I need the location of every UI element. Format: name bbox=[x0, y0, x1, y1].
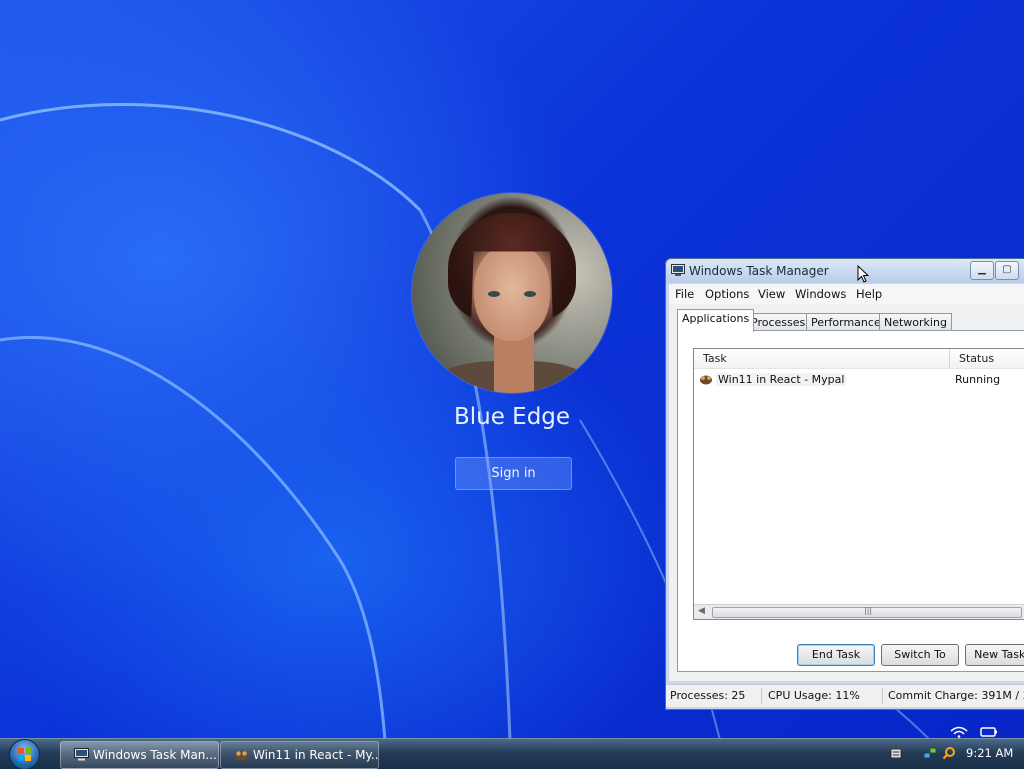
menu-help[interactable]: Help bbox=[856, 287, 882, 301]
clock[interactable]: 9:21 AM bbox=[966, 746, 1013, 760]
horizontal-scrollbar[interactable]: ◀ ||| bbox=[694, 604, 1024, 619]
minimize-button[interactable]: ▁ bbox=[970, 261, 994, 280]
status-bar: Processes: 25 CPU Usage: 11% Commit Char… bbox=[666, 684, 1024, 707]
table-row[interactable]: Win11 in React - Mypal Running bbox=[694, 371, 1024, 389]
switch-to-button[interactable]: Switch To bbox=[881, 644, 959, 666]
sign-in-button[interactable]: Sign in bbox=[455, 457, 572, 490]
taskbar-button-label: Windows Task Man... bbox=[93, 748, 217, 762]
mypal-icon bbox=[235, 750, 248, 761]
menu-file[interactable]: File bbox=[675, 287, 694, 301]
taskbar-button-mypal[interactable]: Win11 in React - My... bbox=[220, 741, 379, 769]
scroll-grip-icon: ||| bbox=[864, 606, 873, 615]
tab-networking[interactable]: Networking bbox=[879, 313, 952, 331]
taskbar-button-label: Win11 in React - My... bbox=[253, 748, 379, 762]
task-list[interactable]: Task Status Win11 in React - Mypal Runni… bbox=[693, 348, 1024, 620]
task-manager-icon bbox=[671, 264, 685, 276]
wifi-icon bbox=[950, 726, 968, 738]
taskbar: Windows Task Man... Win11 in React - My.… bbox=[0, 738, 1024, 769]
menu-windows[interactable]: Windows bbox=[795, 287, 846, 301]
user-name: Blue Edge bbox=[453, 404, 571, 430]
commit-charge: Commit Charge: 391M / 36 bbox=[888, 689, 1024, 702]
mouse-cursor-icon bbox=[857, 265, 869, 283]
tab-processes[interactable]: Processes bbox=[746, 313, 811, 331]
menu-options[interactable]: Options bbox=[705, 287, 749, 301]
start-button[interactable] bbox=[10, 740, 39, 769]
title-bar[interactable]: Windows Task Manager ▁ ▢ bbox=[666, 259, 1024, 283]
applications-panel: Task Status Win11 in React - Mypal Runni… bbox=[677, 330, 1024, 672]
mypal-icon bbox=[700, 375, 712, 385]
tab-applications[interactable]: Applications bbox=[677, 309, 755, 332]
user-avatar bbox=[412, 193, 612, 393]
column-header-status[interactable]: Status bbox=[950, 349, 1024, 369]
processes-count: Processes: 25 bbox=[670, 689, 746, 702]
window-client: File Options View Windows Help Applicati… bbox=[669, 284, 1024, 681]
menu-view[interactable]: View bbox=[758, 287, 785, 301]
scroll-left-icon[interactable]: ◀ bbox=[698, 606, 705, 616]
menu-bar: File Options View Windows Help bbox=[669, 284, 1024, 304]
windows-logo-icon bbox=[18, 748, 31, 761]
network-icon[interactable] bbox=[923, 746, 937, 760]
taskbar-button-task-manager[interactable]: Windows Task Man... bbox=[60, 741, 219, 769]
task-manager-window: Windows Task Manager ▁ ▢ File Options Vi… bbox=[665, 258, 1024, 710]
maximize-button[interactable]: ▢ bbox=[995, 261, 1019, 280]
task-name: Win11 in React - Mypal bbox=[716, 373, 847, 386]
action-center-icon[interactable] bbox=[889, 746, 903, 760]
window-title: Windows Task Manager bbox=[689, 264, 829, 278]
tab-performance[interactable]: Performance bbox=[806, 313, 886, 331]
new-task-button[interactable]: New Task... bbox=[965, 644, 1024, 666]
battery-icon bbox=[980, 727, 997, 737]
cpu-usage: CPU Usage: 11% bbox=[768, 689, 860, 702]
task-status: Running bbox=[955, 373, 1001, 386]
column-header-task[interactable]: Task bbox=[694, 349, 950, 369]
end-task-button[interactable]: End Task bbox=[797, 644, 875, 666]
search-icon[interactable] bbox=[942, 746, 956, 760]
task-manager-icon bbox=[74, 748, 89, 761]
